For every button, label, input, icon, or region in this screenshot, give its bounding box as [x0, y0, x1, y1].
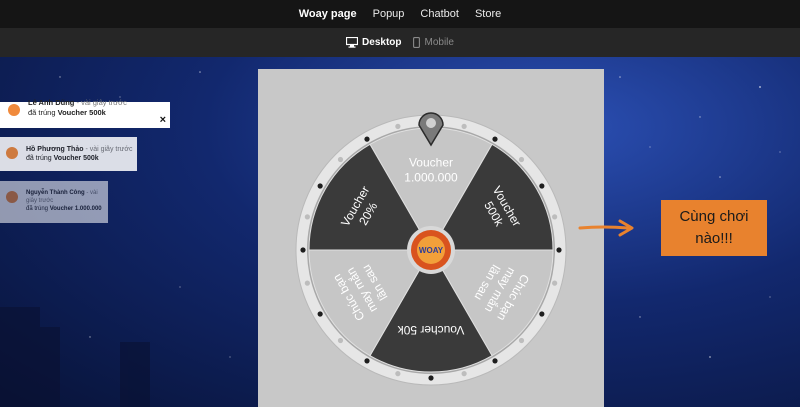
- segment-label: Voucher 50k: [397, 323, 465, 337]
- rim-dot: [518, 337, 525, 344]
- winner-name: Lê Anh Dũng: [28, 98, 75, 107]
- rim-dot: [518, 156, 525, 163]
- arrow-right-icon: [578, 219, 634, 237]
- rim-dot: [337, 156, 344, 163]
- rim-dot: [304, 280, 310, 286]
- cta-line-2: nào!!!: [695, 230, 733, 247]
- rim-dot: [300, 247, 306, 253]
- rim-dot: [428, 375, 434, 381]
- winner-time: - vài giây trước: [85, 146, 133, 153]
- rim-dot: [461, 371, 467, 377]
- segment-label: Voucher1.000.000: [404, 156, 458, 185]
- play-now-button[interactable]: Cùng chơi nào!!!: [661, 200, 767, 256]
- rim-dot: [364, 136, 370, 142]
- winner-voucher: Voucher 500k: [53, 155, 99, 163]
- nav-popup[interactable]: Popup: [373, 8, 405, 20]
- device-toggle-bar: Desktop Mobile: [0, 28, 800, 57]
- winner-text: đã trúng: [26, 155, 52, 163]
- rim-dot: [304, 214, 310, 220]
- nav-store[interactable]: Store: [475, 8, 501, 20]
- rim-dot: [317, 183, 323, 189]
- mobile-label: Mobile: [424, 37, 454, 48]
- rim-dot: [539, 183, 545, 189]
- rim-dot: [461, 123, 467, 129]
- rim-dot: [395, 371, 401, 377]
- rim-dot: [337, 337, 344, 344]
- avatar-dot: [8, 104, 20, 116]
- rim-dot: [317, 311, 323, 317]
- lucky-wheel[interactable]: Voucher1.000.000Voucher500kChúc bạnmay m…: [258, 69, 604, 407]
- nav-chatbot[interactable]: Chatbot: [420, 8, 459, 20]
- winner-name: Hồ Phương Thảo: [26, 146, 84, 153]
- segment-label-line: 1.000.000: [404, 171, 458, 185]
- rim-dot: [364, 358, 370, 364]
- winner-name: Nguyễn Thành Công: [26, 190, 85, 196]
- rim-dot: [395, 123, 401, 129]
- rim-dot: [556, 247, 562, 253]
- winner-time: - vài giây trước: [76, 98, 127, 107]
- preview-stage: Voucher 1.000.000 Voucher 500k Chúc bạn may m…: [0, 57, 800, 407]
- avatar-dot: [6, 191, 18, 203]
- rim-dot: [539, 311, 545, 317]
- winner-voucher: Voucher 500k: [57, 108, 106, 118]
- winner-text: đã trúng: [26, 206, 49, 213]
- cta-line-1: Cùng chơi: [679, 208, 749, 225]
- segment-label-line: Voucher 50k: [397, 323, 465, 337]
- winner-voucher: Voucher 1.000.000: [49, 206, 102, 213]
- pointer-pin-hole: [426, 118, 436, 128]
- top-navigation: Woay page Popup Chatbot Store: [0, 0, 800, 28]
- rim-dot: [552, 214, 558, 220]
- nav-woay-page[interactable]: Woay page: [299, 8, 357, 20]
- desktop-label: Desktop: [362, 37, 402, 48]
- winner-text: đã trúng: [28, 108, 56, 118]
- rim-dot: [492, 358, 498, 364]
- hub-logo-text: WOAY: [419, 246, 444, 255]
- segment-label-line: Voucher: [409, 156, 453, 170]
- winner-notification: Hồ Phương Thảo - vài giây trước đã trúng…: [0, 137, 137, 171]
- winner-notification: Lê Anh Dũng - vài giây trước đã trúng Vo…: [0, 98, 170, 128]
- monitor-icon: [346, 37, 359, 48]
- winner-notification: Nguyễn Thành Công - vài giây trước đã tr…: [0, 181, 108, 223]
- mobile-toggle[interactable]: Mobile: [413, 37, 454, 48]
- close-icon[interactable]: ×: [160, 114, 166, 126]
- phone-icon: [413, 37, 421, 48]
- avatar-dot: [6, 147, 18, 159]
- rim-dot: [492, 136, 498, 142]
- desktop-toggle[interactable]: Desktop: [346, 37, 401, 48]
- wheel-panel: Voucher 1.000.000 Voucher 500k Chúc bạn may m…: [258, 69, 604, 407]
- rim-dot: [552, 280, 558, 286]
